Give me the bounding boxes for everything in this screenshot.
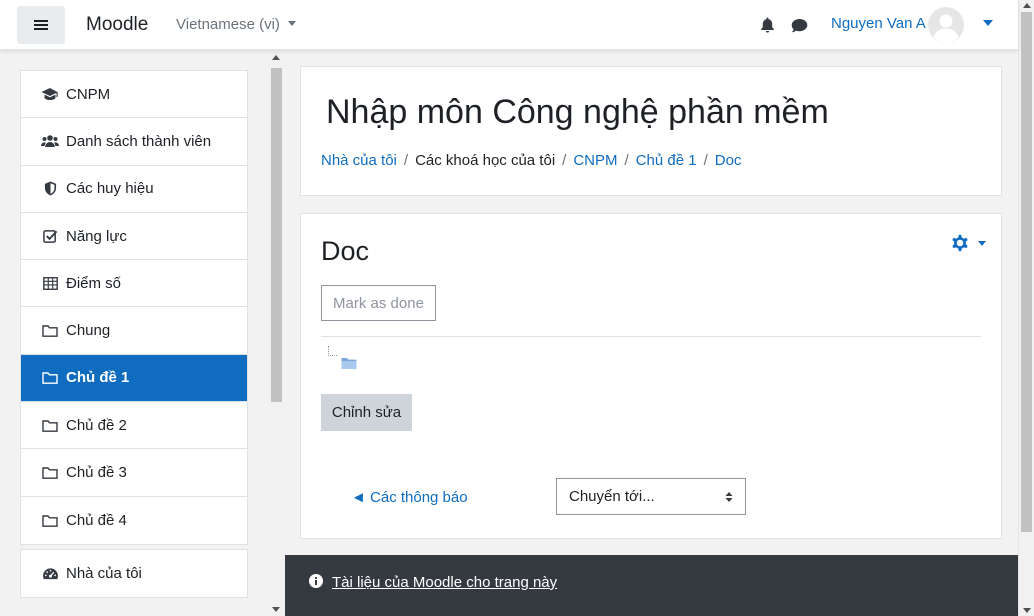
folder-icon xyxy=(41,323,59,339)
nav-item-label: Chủ đề 3 xyxy=(66,464,127,482)
page-header: Nhập môn Công nghệ phần mềm Nhà của tôi /… xyxy=(300,66,1002,196)
breadcrumb-separator: / xyxy=(624,152,629,169)
breadcrumb-home[interactable]: Nhà của tôi xyxy=(321,152,397,169)
chevron-down-icon xyxy=(287,20,296,26)
nav-item-badges[interactable]: Các huy hiệu xyxy=(21,165,247,213)
nav-item-label: Nhà của tôi xyxy=(66,565,142,582)
scrollbar-thumb[interactable] xyxy=(1021,12,1032,532)
nav-item-label: Chung xyxy=(66,322,111,340)
user-avatar-icon xyxy=(928,7,964,43)
sort-arrows-icon xyxy=(725,492,733,502)
nav-item-topic-1[interactable]: Chủ đề 1 xyxy=(21,354,247,403)
mark-as-done-button[interactable]: Mark as done xyxy=(321,285,436,321)
previous-activity-link[interactable]: ◄ Các thông báo xyxy=(351,489,468,506)
breadcrumb-separator: / xyxy=(703,152,708,169)
divider xyxy=(321,336,981,337)
activity-title: Doc xyxy=(321,236,370,266)
course-nav-list: CNPM Danh sách thành viên Các huy hiệu N… xyxy=(20,70,248,545)
chevron-down-icon[interactable] xyxy=(978,241,986,246)
dashboard-icon xyxy=(41,566,59,582)
breadcrumb-separator: / xyxy=(562,152,567,169)
folder-icon[interactable] xyxy=(341,356,357,370)
nav-item-dashboard[interactable]: Nhà của tôi xyxy=(21,550,247,597)
page-footer: Tài liệu của Moodle cho trang này xyxy=(285,555,1018,616)
nav-item-label: Điểm số xyxy=(66,274,122,292)
avatar[interactable] xyxy=(928,7,964,43)
nav-item-topic-2[interactable]: Chủ đề 2 xyxy=(21,402,247,450)
site-nav-list: Nhà của tôi xyxy=(20,549,248,598)
nav-item-grades[interactable]: Điểm số xyxy=(21,260,247,308)
hamburger-icon xyxy=(34,24,48,26)
shield-icon xyxy=(41,181,59,197)
gear-icon[interactable] xyxy=(949,232,971,254)
scroll-down-icon[interactable] xyxy=(272,607,280,612)
nav-item-label: Các huy hiệu xyxy=(66,180,154,198)
site-brand[interactable]: Moodle xyxy=(86,14,148,36)
nav-item-label: Chủ đề 2 xyxy=(66,416,127,434)
nav-item-label: Danh sách thành viên xyxy=(66,132,212,150)
users-icon xyxy=(41,133,59,149)
nav-item-topic-3[interactable]: Chủ đề 3 xyxy=(21,449,247,497)
breadcrumb-doc[interactable]: Doc xyxy=(715,152,742,169)
user-menu-chevron-icon[interactable] xyxy=(983,20,993,26)
jump-to-select[interactable]: Chuyển tới... xyxy=(556,478,746,515)
breadcrumb-my-courses: Các khoá học của tôi xyxy=(415,152,556,169)
table-icon xyxy=(41,275,59,291)
drawer-toggle-button[interactable] xyxy=(17,6,65,44)
scrollbar-thumb[interactable] xyxy=(271,68,282,402)
main-content: Doc Mark as done Chỉnh sửa ◄ Các thông b… xyxy=(300,213,1002,539)
info-icon xyxy=(309,574,323,588)
scroll-up-icon[interactable] xyxy=(1023,3,1031,8)
folder-icon xyxy=(41,512,59,528)
jump-to-value: Chuyển tới... xyxy=(569,488,655,505)
graduation-cap-icon xyxy=(41,86,59,102)
bell-icon[interactable] xyxy=(760,17,775,33)
nav-drawer: CNPM Danh sách thành viên Các huy hiệu N… xyxy=(0,50,285,616)
page-title: Nhập môn Công nghệ phần mềm xyxy=(326,93,829,131)
navbar: Moodle Vietnamese (vi) Nguyen Van A xyxy=(0,0,1018,50)
folder-icon xyxy=(41,370,59,386)
nav-item-general[interactable]: Chung xyxy=(21,307,247,355)
breadcrumb-course[interactable]: CNPM xyxy=(573,152,617,169)
nav-item-label: Chủ đề 4 xyxy=(66,511,127,529)
drawer-scrollbar[interactable] xyxy=(269,50,283,616)
scroll-down-icon[interactable] xyxy=(1023,608,1031,613)
breadcrumb: Nhà của tôi / Các khoá học của tôi / CNPM / Ch… xyxy=(321,152,741,169)
chat-icon[interactable] xyxy=(791,18,808,33)
page-scrollbar[interactable] xyxy=(1018,0,1034,616)
nav-item-competencies[interactable]: Năng lực xyxy=(21,212,247,261)
check-square-icon xyxy=(41,228,59,244)
edit-button[interactable]: Chỉnh sửa xyxy=(321,394,412,431)
nav-item-label: Năng lực xyxy=(66,227,127,245)
language-menu[interactable]: Vietnamese (vi) xyxy=(176,16,296,33)
nav-item-label: Chủ đề 1 xyxy=(66,369,130,387)
scroll-up-icon[interactable] xyxy=(272,55,280,60)
tree-connector xyxy=(328,346,337,356)
breadcrumb-topic[interactable]: Chủ đề 1 xyxy=(636,152,697,169)
user-name[interactable]: Nguyen Van A xyxy=(831,15,926,32)
folder-icon xyxy=(41,417,59,433)
nav-item-course[interactable]: CNPM xyxy=(21,71,247,119)
folder-icon xyxy=(41,465,59,481)
nav-item-participants[interactable]: Danh sách thành viên xyxy=(21,118,247,166)
breadcrumb-separator: / xyxy=(403,152,409,169)
language-label: Vietnamese (vi) xyxy=(176,16,280,33)
moodle-docs-link[interactable]: Tài liệu của Moodle cho trang này xyxy=(332,574,557,591)
nav-item-label: CNPM xyxy=(66,85,111,103)
nav-item-topic-4[interactable]: Chủ đề 4 xyxy=(21,496,247,544)
